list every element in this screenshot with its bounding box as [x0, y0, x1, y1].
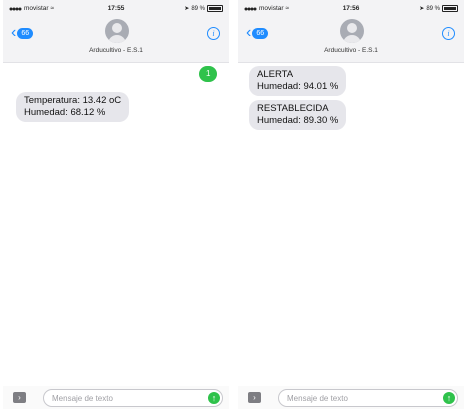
battery-percent: 89 % — [191, 5, 205, 12]
battery-icon — [442, 5, 458, 12]
apps-icon[interactable]: › — [248, 392, 261, 403]
location-icon: ➤ — [184, 6, 190, 12]
message-input[interactable] — [52, 391, 192, 405]
message-bubble-received[interactable]: RESTABLECIDA Humedad: 89.30 % — [249, 100, 347, 130]
unread-badge: 66 — [252, 27, 269, 39]
message-bubble-sent[interactable]: 1 — [199, 66, 218, 82]
apps-icon[interactable]: › — [13, 392, 26, 403]
back-button[interactable]: ‹ 66 — [11, 24, 34, 41]
chevron-left-icon: ‹ — [246, 24, 252, 41]
location-icon: ➤ — [419, 6, 425, 12]
info-icon[interactable]: i — [207, 27, 220, 40]
contact-avatar-icon[interactable] — [105, 19, 129, 43]
phone-screen-right: movistar ≈ 17:56 ➤ 89 % ‹ 66 Arducultivo… — [238, 0, 464, 409]
status-bar: movistar ≈ 17:56 ➤ 89 % — [238, 4, 464, 16]
send-arrow-icon[interactable]: ↑ — [208, 392, 220, 404]
battery-icon — [207, 5, 223, 12]
battery-status: ➤ 89 % — [419, 5, 458, 12]
contact-name[interactable]: Arducultivo - E.S.1 — [238, 47, 464, 54]
message-input[interactable] — [287, 391, 427, 405]
battery-percent: 89 % — [426, 5, 440, 12]
info-icon[interactable]: i — [442, 27, 455, 40]
contact-avatar-icon[interactable] — [340, 19, 364, 43]
battery-status: ➤ 89 % — [184, 5, 223, 12]
unread-badge: 66 — [17, 27, 34, 39]
send-arrow-icon[interactable]: ↑ — [443, 392, 455, 404]
message-bubble-received[interactable]: Temperatura: 13.42 oC Humedad: 68.12 % — [16, 92, 130, 122]
chevron-left-icon: ‹ — [11, 24, 17, 41]
status-bar: movistar ≈ 17:55 ➤ 89 % — [3, 4, 229, 16]
message-line: ALERTA — [257, 69, 294, 80]
message-bubble-received[interactable]: ALERTA Humedad: 94.01 % — [249, 66, 347, 96]
message-input-container[interactable]: ↑ — [43, 389, 223, 407]
divider — [229, 0, 238, 409]
back-button[interactable]: ‹ 66 — [246, 24, 269, 41]
message-composer: › ↑ — [238, 386, 464, 409]
contact-name[interactable]: Arducultivo - E.S.1 — [3, 47, 229, 54]
message-input-container[interactable]: ↑ — [278, 389, 458, 407]
screenshot-root: movistar ≈ 17:55 ➤ 89 % ‹ 66 Arducultivo… — [0, 0, 465, 409]
conversation-header: movistar ≈ 17:55 ➤ 89 % ‹ 66 Arducultivo… — [3, 0, 229, 63]
message-line: Humedad: 94.01 % — [257, 81, 339, 92]
message-line: Temperatura: 13.42 oC — [24, 95, 122, 106]
message-text: 1 — [206, 69, 211, 78]
message-line: Humedad: 68.12 % — [24, 107, 106, 118]
message-composer: › ↑ — [3, 386, 229, 409]
message-line: Humedad: 89.30 % — [257, 115, 339, 126]
phone-screen-left: movistar ≈ 17:55 ➤ 89 % ‹ 66 Arducultivo… — [3, 0, 229, 409]
conversation-header: movistar ≈ 17:56 ➤ 89 % ‹ 66 Arducultivo… — [238, 0, 464, 63]
message-line: RESTABLECIDA — [257, 103, 329, 114]
